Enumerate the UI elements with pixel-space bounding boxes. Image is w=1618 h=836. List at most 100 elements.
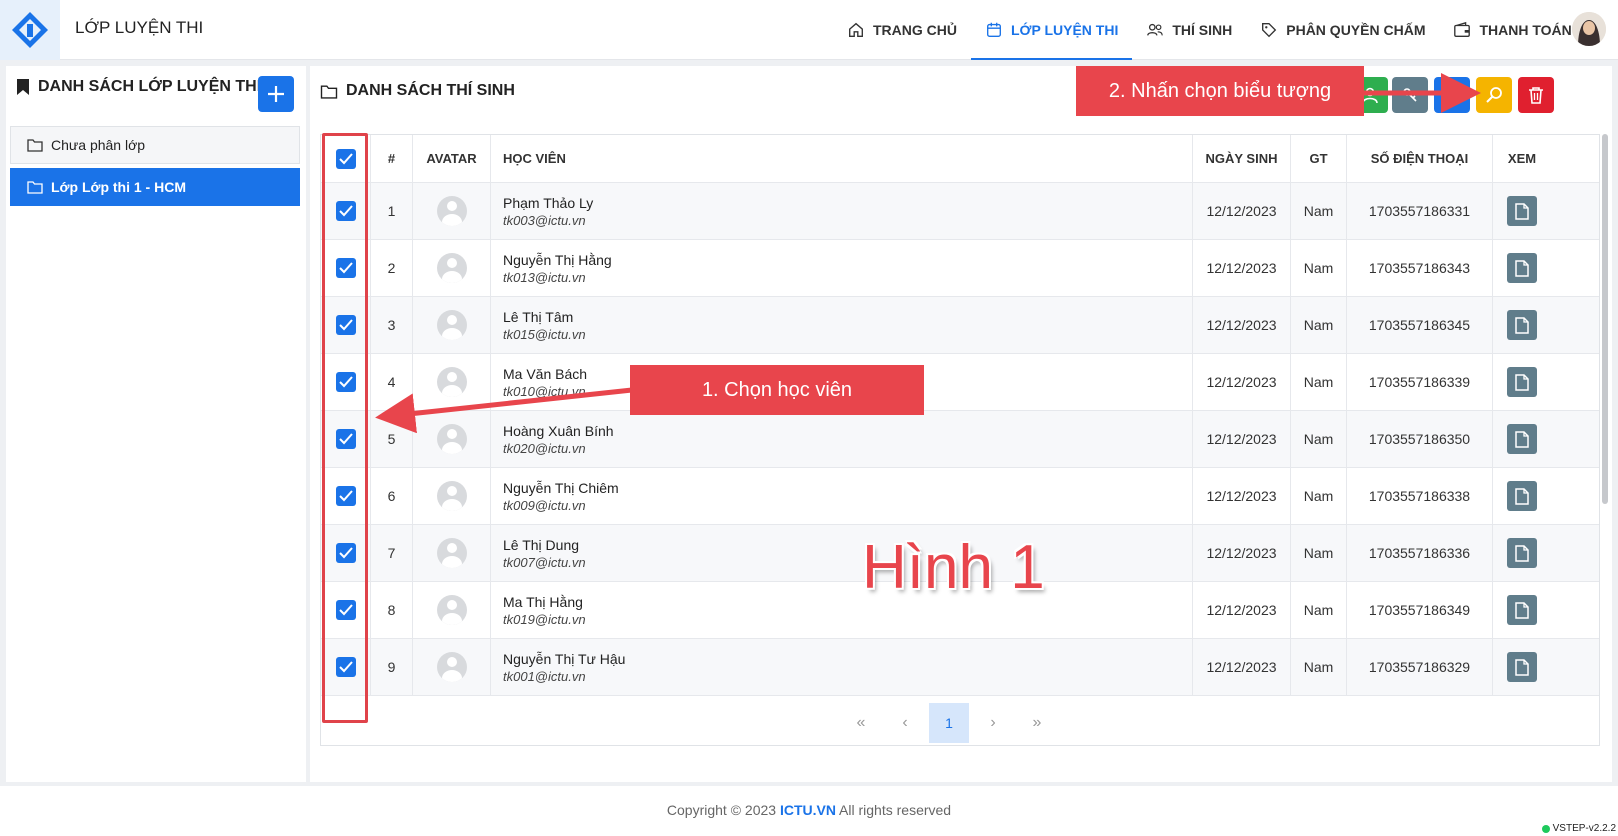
row-view-cell bbox=[1493, 297, 1551, 353]
student-email: tk001@ictu.vn bbox=[503, 668, 586, 684]
search-icon bbox=[1486, 87, 1502, 103]
view-detail-button[interactable] bbox=[1507, 595, 1537, 625]
document-icon bbox=[1515, 373, 1529, 391]
row-number: 4 bbox=[371, 354, 413, 410]
row-gender: Nam bbox=[1291, 183, 1347, 239]
row-gender: Nam bbox=[1291, 354, 1347, 410]
row-avatar-cell bbox=[413, 525, 491, 581]
row-avatar-cell bbox=[413, 639, 491, 695]
figure-label: Hình 1 bbox=[862, 533, 1045, 602]
view-detail-button[interactable] bbox=[1507, 538, 1537, 568]
student-name: Nguyễn Thị Chiêm bbox=[503, 479, 619, 496]
main-nav: TRANG CHỦ LỚP LUYỆN THI THÍ SINH PHÂN QU… bbox=[833, 0, 1586, 60]
avatar-placeholder-icon bbox=[436, 652, 467, 682]
trash-icon bbox=[1529, 87, 1543, 104]
row-gender: Nam bbox=[1291, 639, 1347, 695]
toolbar-key-button[interactable] bbox=[1392, 77, 1428, 113]
avatar-placeholder-icon bbox=[436, 310, 467, 340]
table-row[interactable]: 4 Ma Văn Bách tk010@ictu.vn 12/12/2023 Nam 17… bbox=[321, 354, 1599, 411]
document-icon bbox=[1515, 259, 1529, 277]
view-detail-button[interactable] bbox=[1507, 652, 1537, 682]
page-next-button[interactable]: › bbox=[973, 703, 1013, 743]
view-detail-button[interactable] bbox=[1507, 367, 1537, 397]
row-gender: Nam bbox=[1291, 525, 1347, 581]
user-avatar[interactable] bbox=[1572, 12, 1606, 46]
nav-exam-classes-label: LỚP LUYỆN THI bbox=[1011, 22, 1119, 38]
view-detail-button[interactable] bbox=[1507, 481, 1537, 511]
row-phone: 1703557186350 bbox=[1347, 411, 1493, 467]
table-row[interactable]: 1 Phạm Thảo Ly tk003@ictu.vn 12/12/2023 Nam 1… bbox=[321, 183, 1599, 240]
col-student: HỌC VIÊN bbox=[491, 135, 1193, 182]
table-row[interactable]: 6 Nguyễn Thị Chiêm tk009@ictu.vn 12/12/2023… bbox=[321, 468, 1599, 525]
row-gender: Nam bbox=[1291, 411, 1347, 467]
nav-home[interactable]: TRANG CHỦ bbox=[833, 0, 971, 60]
table-row[interactable]: 3 Lê Thị Tâm tk015@ictu.vn 12/12/2023 Nam 170… bbox=[321, 297, 1599, 354]
row-gender: Nam bbox=[1291, 468, 1347, 524]
page-last-button[interactable]: » bbox=[1017, 703, 1057, 743]
nav-exam-classes[interactable]: LỚP LUYỆN THI bbox=[971, 0, 1133, 60]
student-name: Nguyễn Thị Tư Hậu bbox=[503, 650, 626, 667]
copyright-suffix: All rights reserved bbox=[835, 802, 952, 818]
view-detail-button[interactable] bbox=[1507, 424, 1537, 454]
view-detail-button[interactable] bbox=[1507, 196, 1537, 226]
student-name: Hoàng Xuân Bính bbox=[503, 422, 614, 439]
row-phone: 1703557186345 bbox=[1347, 297, 1493, 353]
student-list-title: DANH SÁCH THÍ SINH bbox=[346, 82, 515, 99]
delete-button[interactable] bbox=[1518, 77, 1554, 113]
row-gender: Nam bbox=[1291, 240, 1347, 296]
student-name: Ma Thị Hằng bbox=[503, 593, 583, 610]
folder-icon bbox=[27, 181, 43, 194]
row-view-cell bbox=[1493, 240, 1551, 296]
document-icon bbox=[1515, 202, 1529, 220]
row-number: 6 bbox=[371, 468, 413, 524]
class-item-unassigned[interactable]: Chưa phân lớp bbox=[10, 126, 300, 164]
row-dob: 12/12/2023 bbox=[1193, 183, 1291, 239]
search-button[interactable] bbox=[1476, 77, 1512, 113]
class-list-panel: DANH SÁCH LỚP LUYỆN THI Chưa phân lớp Lớ… bbox=[6, 66, 306, 782]
table-row[interactable]: 2 Nguyễn Thị Hằng tk013@ictu.vn 12/12/2023 N… bbox=[321, 240, 1599, 297]
page-first-button[interactable]: « bbox=[841, 703, 881, 743]
nav-payment[interactable]: THANH TOÁN bbox=[1439, 0, 1585, 60]
page-prev-button[interactable]: ‹ bbox=[885, 703, 925, 743]
row-dob: 12/12/2023 bbox=[1193, 525, 1291, 581]
table-row[interactable]: 9 Nguyễn Thị Tư Hậu tk001@ictu.vn 12/12/202… bbox=[321, 639, 1599, 696]
student-email: tk019@ictu.vn bbox=[503, 611, 586, 627]
row-student-cell: Ma Thị Hằng tk019@ictu.vn bbox=[491, 582, 1193, 638]
document-icon bbox=[1515, 601, 1529, 619]
class-list-title: DANH SÁCH LỚP LUYỆN THI bbox=[38, 78, 262, 95]
row-dob: 12/12/2023 bbox=[1193, 354, 1291, 410]
add-class-button[interactable] bbox=[258, 76, 294, 112]
page-current[interactable]: 1 bbox=[929, 703, 969, 743]
brand-link[interactable]: ICTU.VN bbox=[780, 802, 836, 818]
nav-candidates[interactable]: THÍ SINH bbox=[1132, 0, 1246, 60]
row-student-cell: Lê Thị Tâm tk015@ictu.vn bbox=[491, 297, 1193, 353]
row-avatar-cell bbox=[413, 468, 491, 524]
bookmark-icon bbox=[17, 79, 29, 95]
avatar-placeholder-icon bbox=[436, 367, 467, 397]
table-row[interactable]: 5 Hoàng Xuân Bính tk020@ictu.vn 12/12/2023 N… bbox=[321, 411, 1599, 468]
document-icon bbox=[1515, 487, 1529, 505]
footer: Copyright © 2023 ICTU.VN All rights rese… bbox=[0, 786, 1618, 836]
version-label: VSTEP-v2.2.2 bbox=[1552, 823, 1616, 834]
document-icon bbox=[1515, 658, 1529, 676]
student-email: tk013@ictu.vn bbox=[503, 269, 586, 285]
student-name: Nguyễn Thị Hằng bbox=[503, 251, 612, 268]
row-view-cell bbox=[1493, 354, 1551, 410]
class-item-lop-thi-1-hcm[interactable]: Lớp Lớp thi 1 - HCM bbox=[10, 168, 300, 206]
row-phone: 1703557186329 bbox=[1347, 639, 1493, 695]
checkbox-highlight-frame bbox=[322, 133, 368, 723]
row-number: 1 bbox=[371, 183, 413, 239]
nav-grading-permissions[interactable]: PHÂN QUYỀN CHẤM bbox=[1246, 0, 1439, 60]
status-dot-icon bbox=[1541, 824, 1550, 833]
nav-grading-permissions-label: PHÂN QUYỀN CHẤM bbox=[1286, 22, 1426, 38]
view-detail-button[interactable] bbox=[1507, 310, 1537, 340]
transfer-students-button[interactable] bbox=[1434, 77, 1470, 113]
row-phone: 1703557186331 bbox=[1347, 183, 1493, 239]
row-phone: 1703557186349 bbox=[1347, 582, 1493, 638]
view-detail-button[interactable] bbox=[1507, 253, 1537, 283]
row-phone: 1703557186338 bbox=[1347, 468, 1493, 524]
row-number: 3 bbox=[371, 297, 413, 353]
app-logo[interactable] bbox=[0, 0, 60, 60]
table-scrollbar[interactable] bbox=[1602, 134, 1608, 504]
row-dob: 12/12/2023 bbox=[1193, 411, 1291, 467]
